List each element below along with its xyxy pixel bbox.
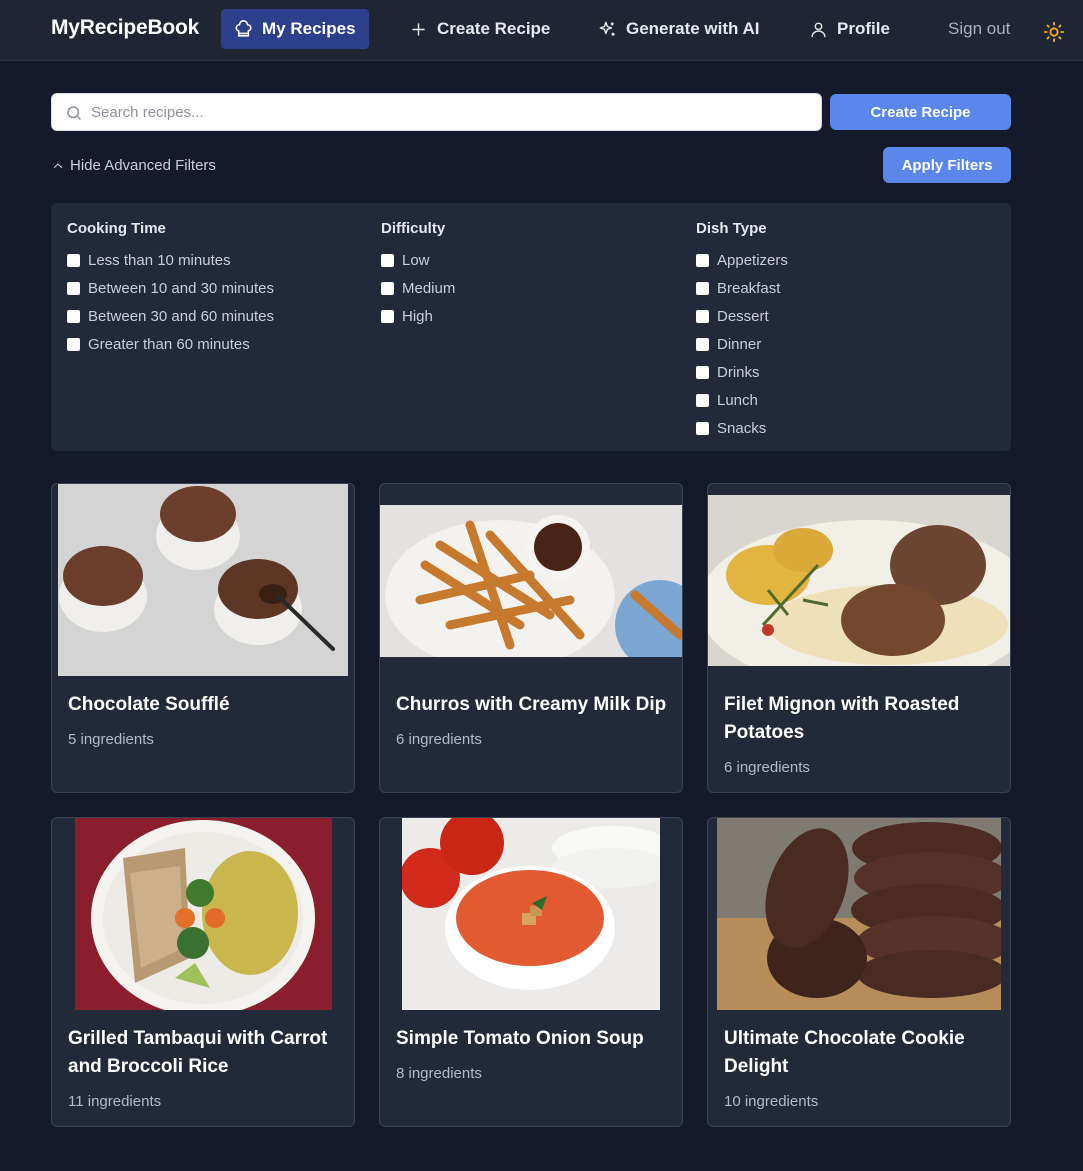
filter-option-label: Between 10 and 30 minutes: [88, 279, 274, 297]
filter-option-label: Between 30 and 60 minutes: [88, 307, 274, 325]
checkbox[interactable]: [696, 421, 709, 435]
nav-profile[interactable]: Profile: [796, 9, 903, 49]
recipe-ingredient-count: 6 ingredients: [724, 759, 810, 776]
filter-option-label: Medium: [402, 279, 456, 297]
filter-option-label: Lunch: [717, 391, 758, 409]
advanced-filters-panel: Cooking Time Less than 10 minutes Betwee…: [51, 203, 1011, 451]
create-recipe-button[interactable]: Create Recipe: [830, 94, 1011, 130]
filter-option[interactable]: Dinner: [696, 330, 788, 358]
recipe-image: [58, 484, 348, 676]
checkbox[interactable]: [696, 337, 709, 351]
recipe-image: [402, 818, 660, 1010]
filter-option[interactable]: Dessert: [696, 302, 788, 330]
filter-option[interactable]: Less than 10 minutes: [67, 246, 274, 274]
recipe-card[interactable]: Filet Mignon with Roasted Potatoes 6 ing…: [707, 483, 1011, 793]
recipe-image: [75, 818, 332, 1010]
user-icon: [811, 21, 826, 37]
filter-option[interactable]: Drinks: [696, 358, 788, 386]
nav-my-recipes[interactable]: My Recipes: [221, 9, 369, 49]
recipe-title: Churros with Creamy Milk Dip: [396, 694, 667, 715]
recipe-card[interactable]: Churros with Creamy Milk Dip 6 ingredien…: [379, 483, 683, 793]
checkbox[interactable]: [381, 309, 394, 323]
filter-option[interactable]: Between 30 and 60 minutes: [67, 302, 274, 330]
filter-option[interactable]: High: [381, 302, 455, 330]
nav-profile-label: Profile: [837, 19, 890, 38]
checkbox[interactable]: [696, 393, 709, 407]
filter-option-label: Drinks: [717, 363, 760, 381]
filter-group-title: Dish Type: [696, 220, 767, 237]
filter-option-label: High: [402, 307, 433, 325]
recipe-card[interactable]: Simple Tomato Onion Soup 8 ingredients: [379, 817, 683, 1127]
search-input[interactable]: [91, 94, 811, 130]
recipe-title: Chocolate Soufflé: [68, 694, 230, 715]
recipe-title: Ultimate Chocolate Cookie Delight: [724, 1028, 965, 1077]
checkbox[interactable]: [381, 281, 394, 295]
recipe-card[interactable]: Chocolate Soufflé 5 ingredients: [51, 483, 355, 793]
recipe-card[interactable]: Ultimate Chocolate Cookie Delight 10 ing…: [707, 817, 1011, 1127]
recipe-ingredient-count: 6 ingredients: [396, 731, 482, 748]
checkbox[interactable]: [381, 253, 394, 267]
recipe-ingredient-count: 8 ingredients: [396, 1065, 482, 1082]
filter-option[interactable]: Lunch: [696, 386, 788, 414]
recipe-card[interactable]: Grilled Tambaqui with Carrot and Broccol…: [51, 817, 355, 1127]
sign-out-link[interactable]: Sign out: [948, 19, 1010, 39]
brand-logo[interactable]: MyRecipeBook: [51, 16, 199, 40]
nav-create-recipe[interactable]: Create Recipe: [396, 9, 563, 49]
filter-option-label: Dessert: [717, 307, 769, 325]
recipe-image: [380, 505, 682, 657]
chef-hat-icon: [235, 19, 252, 37]
apply-filters-button[interactable]: Apply Filters: [883, 147, 1011, 183]
nav-create-recipe-label: Create Recipe: [437, 19, 551, 38]
toggle-advanced-filters[interactable]: Hide Advanced Filters: [52, 157, 216, 174]
checkbox[interactable]: [67, 309, 80, 323]
filter-option-label: Breakfast: [717, 279, 781, 297]
filter-option-label: Dinner: [717, 335, 762, 353]
sparkles-icon: [599, 21, 615, 36]
checkbox[interactable]: [67, 253, 80, 267]
filter-option-label: Less than 10 minutes: [88, 251, 231, 269]
checkbox[interactable]: [67, 281, 80, 295]
checkbox[interactable]: [696, 309, 709, 323]
filter-option[interactable]: Appetizers: [696, 246, 788, 274]
recipe-image: [717, 818, 1001, 1010]
recipe-ingredient-count: 10 ingredients: [724, 1093, 819, 1110]
filter-option[interactable]: Medium: [381, 274, 455, 302]
recipe-title: Grilled Tambaqui with Carrot and Broccol…: [68, 1028, 328, 1077]
sun-icon[interactable]: [1043, 21, 1065, 43]
filter-option-label: Snacks: [717, 419, 767, 437]
plus-icon: [412, 22, 425, 36]
checkbox[interactable]: [696, 281, 709, 295]
checkbox[interactable]: [696, 365, 709, 379]
filter-group-difficulty: Difficulty Low Medium High: [381, 220, 455, 330]
nav-my-recipes-label: My Recipes: [262, 19, 356, 38]
checkbox[interactable]: [67, 337, 80, 351]
filter-option-label: Low: [402, 251, 430, 269]
toggle-filters-label: Hide Advanced Filters: [70, 157, 216, 174]
recipe-ingredient-count: 5 ingredients: [68, 731, 154, 748]
filter-option-label: Appetizers: [717, 251, 788, 269]
filter-option[interactable]: Low: [381, 246, 455, 274]
filter-group-cooking-time: Cooking Time Less than 10 minutes Betwee…: [67, 220, 274, 358]
nav-generate-ai-label: Generate with AI: [626, 19, 760, 38]
search-icon: [67, 106, 81, 120]
filter-option[interactable]: Greater than 60 minutes: [67, 330, 274, 358]
recipe-title: Simple Tomato Onion Soup: [396, 1028, 644, 1049]
filter-option[interactable]: Snacks: [696, 414, 788, 442]
recipe-title: Filet Mignon with Roasted Potatoes: [724, 694, 960, 743]
top-navbar: MyRecipeBook My Recipes Create Recipe Ge…: [0, 0, 1083, 61]
recipe-image: [708, 495, 1010, 666]
filter-option[interactable]: Breakfast: [696, 274, 788, 302]
filter-option-label: Greater than 60 minutes: [88, 335, 250, 353]
recipe-ingredient-count: 11 ingredients: [68, 1093, 162, 1110]
filter-option[interactable]: Between 10 and 30 minutes: [67, 274, 274, 302]
filter-group-title: Cooking Time: [67, 220, 166, 237]
filter-group-dish-type: Dish Type Appetizers Breakfast Dessert D…: [696, 220, 788, 442]
chevron-up-icon: [53, 162, 63, 168]
nav-generate-ai[interactable]: Generate with AI: [585, 9, 773, 49]
search-bar: [51, 93, 822, 131]
checkbox[interactable]: [696, 253, 709, 267]
filter-group-title: Difficulty: [381, 220, 446, 237]
